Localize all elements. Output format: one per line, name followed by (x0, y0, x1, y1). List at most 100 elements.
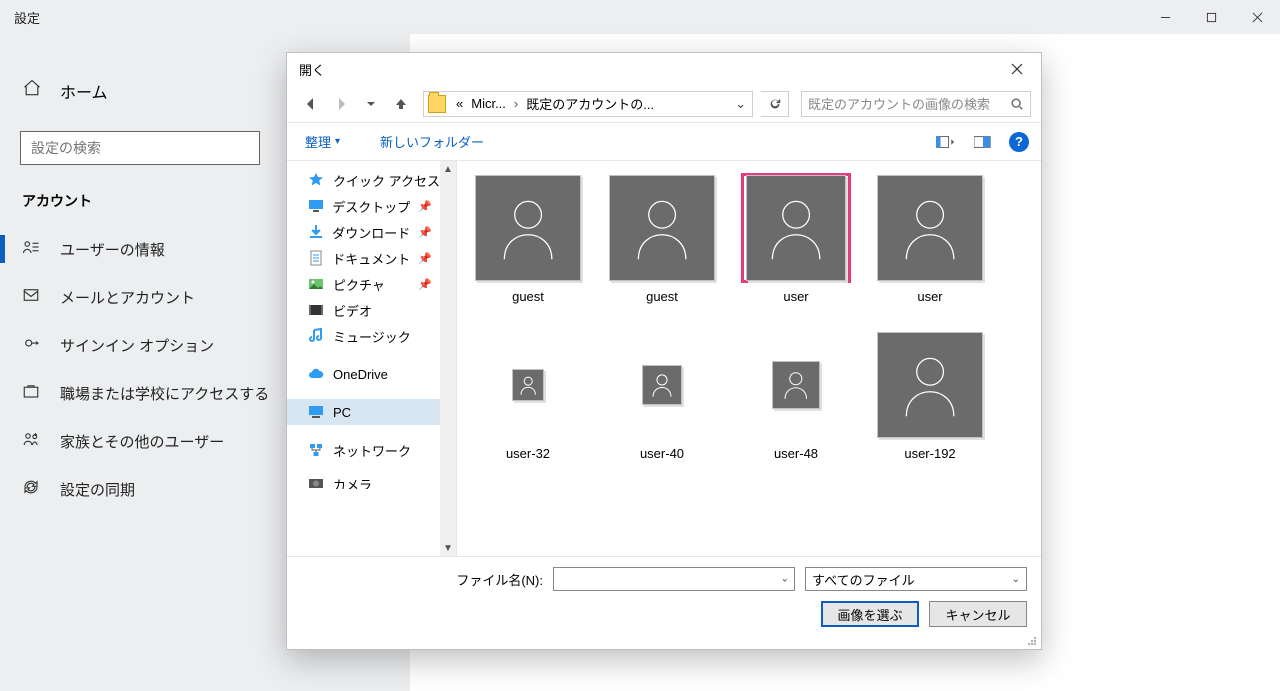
filename-label: ファイル名(N): (456, 570, 543, 589)
tree-item-onedrive[interactable]: OneDrive (287, 361, 456, 387)
settings-title: 設定 (0, 8, 40, 27)
chevron-right-icon: › (510, 96, 522, 111)
tree-item-pc[interactable]: PC (287, 399, 456, 425)
cancel-button[interactable]: キャンセル (929, 601, 1027, 627)
file-item[interactable]: user-192 (875, 330, 985, 461)
dialog-close-button[interactable] (999, 55, 1035, 83)
search-icon (1010, 97, 1024, 111)
window-buttons (1142, 0, 1280, 34)
tree-item-label: ミュージック (333, 327, 411, 346)
file-label: user (917, 289, 942, 304)
filename-dropdown-icon[interactable]: ⌄ (781, 574, 789, 585)
work-icon (22, 382, 40, 404)
dialog-search[interactable]: 既定のアカウントの画像の検索 (801, 91, 1031, 117)
organize-menu[interactable]: 整理▾ (299, 128, 346, 155)
open-button[interactable]: 画像を選ぶ (821, 601, 919, 627)
star-icon (307, 172, 325, 188)
tree-scrollbar[interactable]: ▲▼ (440, 161, 456, 556)
tree-item-videos[interactable]: ビデオ (287, 297, 456, 323)
file-label: user-32 (506, 446, 550, 461)
camera-icon (307, 475, 325, 489)
file-label: guest (512, 289, 544, 304)
tree-item-desktop[interactable]: デスクトップ📌 (287, 193, 456, 219)
folder-tree[interactable]: クイック アクセスデスクトップ📌ダウンロード📌ドキュメント📌ピクチャ📌 ビデオミュ… (287, 161, 457, 556)
network-icon (307, 442, 325, 458)
signin-icon (22, 334, 40, 356)
tree-item-label: カメラ (333, 475, 372, 489)
minimize-button[interactable] (1142, 0, 1188, 34)
nav-item-label: ユーザーの情報 (60, 239, 165, 260)
breadcrumb-dropdown[interactable]: ⌄ (729, 96, 752, 112)
refresh-button[interactable] (761, 91, 789, 117)
file-label: user-40 (640, 446, 684, 461)
tree-item-label: ネットワーク (333, 441, 411, 460)
home-label: ホーム (60, 79, 108, 103)
download-icon (307, 224, 324, 240)
preview-pane-button[interactable] (969, 130, 997, 154)
nav-item-label: サインイン オプション (60, 335, 214, 356)
dialog-bottom: ファイル名(N): ⌄ すべてのファイル ⌄ 画像を選ぶ キャンセル (287, 557, 1041, 649)
tree-item-label: ビデオ (333, 301, 372, 320)
tree-item-music[interactable]: ミュージック (287, 323, 456, 349)
desktop-icon (307, 198, 324, 214)
file-item[interactable]: user (875, 173, 985, 304)
dialog-search-placeholder: 既定のアカウントの画像の検索 (808, 94, 1010, 113)
help-button[interactable]: ? (1009, 132, 1029, 152)
tree-item-label: ドキュメント (332, 249, 410, 268)
picture-icon (307, 276, 325, 292)
file-pane[interactable]: guest guest user user user-32 user-40 user-48 u… (457, 161, 1041, 556)
tree-item-documents[interactable]: ドキュメント📌 (287, 245, 456, 271)
open-dialog: 開く « Micr... › 既定のアカウントの... ⌄ 既定のアカウントの画… (286, 52, 1042, 650)
tree-item-label: ピクチャ (333, 275, 385, 294)
file-item[interactable]: user-40 (607, 330, 717, 461)
tree-item-network[interactable]: ネットワーク (287, 437, 456, 463)
tree-item-downloads[interactable]: ダウンロード📌 (287, 219, 456, 245)
dialog-titlebar: 開く (287, 53, 1041, 85)
forward-button[interactable] (327, 90, 355, 118)
chevron-down-icon: ⌄ (1012, 574, 1020, 585)
settings-titlebar: 設定 (0, 0, 1280, 34)
file-label: user-192 (904, 446, 955, 461)
mail-icon (22, 286, 40, 308)
pc-icon (307, 404, 325, 420)
home-icon (22, 78, 42, 103)
file-label: user-48 (774, 446, 818, 461)
file-item[interactable]: user (741, 173, 851, 304)
user-info-icon (22, 238, 40, 260)
maximize-button[interactable] (1188, 0, 1234, 34)
file-label: guest (646, 289, 678, 304)
dialog-title: 開く (299, 60, 325, 79)
document-icon (307, 250, 324, 266)
tree-item-label: PC (333, 405, 351, 420)
filetype-select[interactable]: すべてのファイル ⌄ (805, 567, 1027, 591)
dialog-toolbar: 整理▾ 新しいフォルダー ? (287, 123, 1041, 161)
breadcrumb-seg-2[interactable]: 既定のアカウントの... (522, 94, 658, 113)
close-button[interactable] (1234, 0, 1280, 34)
file-item[interactable]: guest (473, 173, 583, 304)
nav-item-label: 職場または学校にアクセスする (60, 383, 269, 404)
filename-input[interactable] (553, 567, 795, 591)
address-bar: « Micr... › 既定のアカウントの... ⌄ 既定のアカウントの画像の検… (287, 85, 1041, 123)
family-icon (22, 430, 40, 452)
tree-item-label: デスクトップ (332, 197, 410, 216)
nav-item-label: 設定の同期 (60, 479, 135, 500)
new-folder-button[interactable]: 新しいフォルダー (374, 128, 490, 155)
breadcrumb-prefix: « (452, 96, 467, 111)
tree-item-pictures[interactable]: ピクチャ📌 (287, 271, 456, 297)
recent-button[interactable] (357, 90, 385, 118)
file-item[interactable]: user-32 (473, 330, 583, 461)
breadcrumb[interactable]: « Micr... › 既定のアカウントの... ⌄ (423, 91, 753, 117)
cloud-icon (307, 366, 325, 382)
file-item[interactable]: guest (607, 173, 717, 304)
breadcrumb-seg-1[interactable]: Micr... (467, 96, 510, 111)
tree-item-quick-access[interactable]: クイック アクセス (287, 167, 456, 193)
tree-item-label: ダウンロード (332, 223, 410, 242)
view-mode-button[interactable] (931, 130, 959, 154)
resize-handle[interactable] (1025, 633, 1037, 645)
settings-search-input[interactable] (20, 131, 260, 165)
up-button[interactable] (387, 90, 415, 118)
back-button[interactable] (297, 90, 325, 118)
tree-item-camera[interactable]: カメラ (287, 475, 456, 489)
nav-item-label: 家族とその他のユーザー (60, 431, 224, 452)
file-item[interactable]: user-48 (741, 330, 851, 461)
